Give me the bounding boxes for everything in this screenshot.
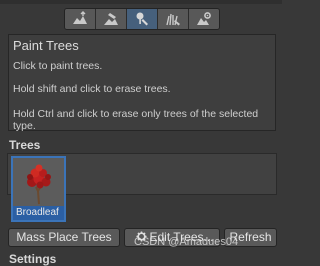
settings-section-label: Settings <box>9 252 57 266</box>
paint-texture-icon <box>104 13 118 25</box>
trees-section-label: Trees <box>9 138 41 152</box>
tree-item-broadleaf[interactable]: Broadleaf <box>11 156 66 222</box>
watermark-text: CSDN @Amadues04 <box>134 236 239 248</box>
help-title: Paint Trees <box>13 38 79 53</box>
terrain-settings-icon <box>197 12 211 25</box>
paint-trees-tool-button[interactable] <box>127 9 158 29</box>
help-line-erase: Hold shift and click to erase trees. <box>13 83 171 95</box>
raise-terrain-tool-button[interactable] <box>65 9 96 29</box>
terrain-settings-tool-button[interactable] <box>189 9 219 29</box>
help-line-paint: Click to paint trees. <box>13 60 103 72</box>
window-top-edge <box>0 0 282 4</box>
raise-terrain-icon <box>73 11 87 24</box>
paint-details-icon <box>166 13 180 26</box>
mass-place-trees-button[interactable]: Mass Place Trees <box>8 228 120 247</box>
tree-thumbnail <box>13 158 64 206</box>
tree-item-label: Broadleaf <box>13 206 64 220</box>
help-line-erase-selected: Hold Ctrl and click to erase only trees … <box>13 108 259 132</box>
terrain-tool-toolbar <box>64 8 220 30</box>
help-box: Paint Trees Click to paint trees. Hold s… <box>8 34 276 132</box>
paint-texture-tool-button[interactable] <box>96 9 127 29</box>
paint-trees-icon <box>136 12 148 26</box>
paint-details-tool-button[interactable] <box>158 9 189 29</box>
broadleaf-tree-icon <box>27 164 51 205</box>
